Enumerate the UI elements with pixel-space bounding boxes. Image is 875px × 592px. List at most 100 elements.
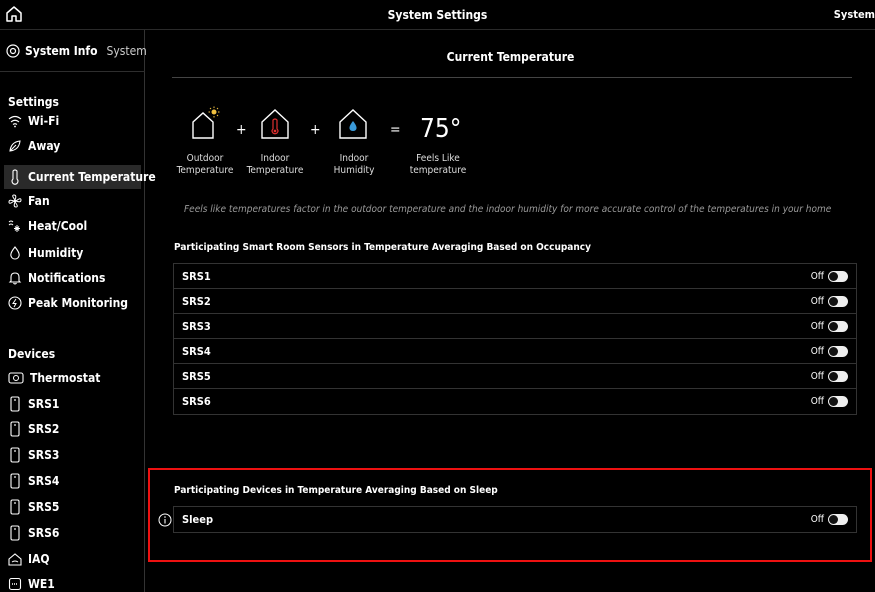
sidebar-item-system-info[interactable]: System Info System <box>6 42 147 60</box>
sidebar-item-label: Fan <box>28 194 50 208</box>
sidebar-item-label: SRS3 <box>28 448 60 462</box>
outdoor-temperature-caption: Outdoor Temperature <box>176 153 234 176</box>
sidebar: System Info System Settings Wi-Fi Away C… <box>0 30 156 592</box>
toggle-state-label: Off <box>810 295 824 307</box>
sidebar-item-label: IAQ <box>28 552 50 566</box>
toggle-state-label: Off <box>810 370 824 382</box>
sidebar-item-iaq[interactable]: IAQ <box>4 547 141 571</box>
system-info-sub: System <box>106 44 147 58</box>
bell-icon <box>8 272 22 285</box>
sensor-name: SRS5 <box>182 369 211 383</box>
sensor-name: SRS3 <box>182 319 211 333</box>
toggle-state-label: Off <box>810 396 824 407</box>
sidebar-item-current-temperature[interactable]: Current Temperature <box>4 165 156 189</box>
sidebar-item-srs6[interactable]: SRS6 <box>4 521 141 545</box>
sensor-name: SRS4 <box>182 344 211 358</box>
sidebar-item-label: Humidity <box>28 246 84 260</box>
devices-heading: Devices <box>8 347 56 361</box>
sidebar-item-away[interactable]: Away <box>4 134 141 158</box>
plus-operator: + <box>310 122 321 138</box>
toggle-state-label: Off <box>810 345 824 357</box>
sensor-icon <box>10 396 20 412</box>
sleep-toggle[interactable] <box>828 514 848 525</box>
sidebar-item-thermostat[interactable]: Thermostat <box>4 366 141 390</box>
toggle-state-label: Off <box>810 270 824 282</box>
drop-icon <box>10 246 20 260</box>
sidebar-item-srs1[interactable]: SRS1 <box>4 392 141 416</box>
occupancy-section-label: Participating Smart Room Sensors in Temp… <box>174 242 591 253</box>
sensor-icon <box>10 473 20 489</box>
srs5-toggle[interactable] <box>828 370 848 382</box>
sidebar-item-srs4[interactable]: SRS4 <box>4 469 141 493</box>
sensor-icon <box>10 525 20 541</box>
heat-cool-icon <box>8 220 20 232</box>
srs6-toggle[interactable] <box>828 396 848 407</box>
srs1-toggle[interactable] <box>828 270 848 282</box>
sidebar-item-label: Wi-Fi <box>28 114 60 128</box>
sidebar-item-label: SRS2 <box>28 422 60 436</box>
sensor-icon <box>10 421 20 437</box>
sleep-row: Sleep Off <box>174 507 856 532</box>
toggle-state-label: Off <box>810 514 824 525</box>
page-header-title: System Settings <box>387 8 488 22</box>
peak-icon <box>8 296 22 310</box>
sidebar-item-heat-cool[interactable]: Heat/Cool <box>4 214 141 238</box>
sidebar-item-peak-monitoring[interactable]: Peak Monitoring <box>4 291 141 315</box>
srs2-toggle[interactable] <box>828 295 848 307</box>
sidebar-item-srs2[interactable]: SRS2 <box>4 417 141 441</box>
header-system-label: System <box>833 8 875 21</box>
sidebar-item-label: WE1 <box>28 577 55 591</box>
iaq-icon <box>8 553 22 566</box>
sidebar-item-label: Thermostat <box>30 371 101 385</box>
feels-like-note: Feels like temperatures factor in the ou… <box>184 204 832 215</box>
away-icon <box>9 140 21 152</box>
sidebar-item-label: SRS5 <box>28 500 60 514</box>
sleep-device-list: Sleep Off <box>173 506 857 533</box>
sensor-row-srs4: SRS4 Off <box>174 339 856 364</box>
fan-icon <box>8 194 22 208</box>
sidebar-item-label: Peak Monitoring <box>28 296 129 310</box>
sidebar-item-fan[interactable]: Fan <box>4 189 141 213</box>
sleep-section-label: Participating Devices in Temperature Ave… <box>174 485 498 496</box>
sensor-row-srs3: SRS3 Off <box>174 314 856 339</box>
sensor-name: SRS1 <box>182 269 211 283</box>
outdoor-temperature-icon <box>190 106 220 140</box>
sleep-name: Sleep <box>182 513 214 526</box>
sensor-icon <box>10 499 20 515</box>
plus-operator: + <box>236 122 247 138</box>
section-title: Current Temperature <box>446 50 575 64</box>
sidebar-item-srs3[interactable]: SRS3 <box>4 443 141 467</box>
system-info-label: System Info <box>25 44 98 58</box>
srs3-toggle[interactable] <box>828 320 848 332</box>
sidebar-item-wifi[interactable]: Wi-Fi <box>4 109 141 133</box>
sidebar-divider <box>0 71 145 72</box>
feels-like-value: 75° <box>420 114 462 144</box>
indoor-temperature-caption: Indoor Temperature <box>246 153 304 176</box>
sidebar-item-label: Notifications <box>28 271 106 285</box>
sidebar-item-label: SRS1 <box>28 397 60 411</box>
sensor-name: SRS6 <box>182 395 211 408</box>
sidebar-item-notifications[interactable]: Notifications <box>4 266 141 290</box>
indoor-temperature-icon <box>260 106 290 140</box>
sensor-icon <box>10 447 20 463</box>
sidebar-item-label: Heat/Cool <box>28 219 88 233</box>
srs4-toggle[interactable] <box>828 345 848 357</box>
sensor-row-srs6: SRS6 Off <box>174 389 856 414</box>
wifi-icon <box>8 115 22 128</box>
top-bar: System Settings System <box>0 0 875 30</box>
sensor-name: SRS2 <box>182 294 211 308</box>
thermostat-icon <box>8 372 24 384</box>
toggle-state-label: Off <box>810 320 824 332</box>
sidebar-item-humidity[interactable]: Humidity <box>4 241 141 265</box>
sidebar-item-we1[interactable]: WE1 <box>4 572 141 592</box>
indoor-humidity-icon <box>338 106 368 140</box>
feels-like-caption: Feels Like temperature <box>409 153 467 176</box>
sensor-row-srs5: SRS5 Off <box>174 364 856 389</box>
sidebar-item-label: Away <box>28 139 61 153</box>
sidebar-item-srs5[interactable]: SRS5 <box>4 495 141 519</box>
sensor-row-srs1: SRS1 Off <box>174 264 856 289</box>
occupancy-sensor-list: SRS1 Off SRS2 Off SRS3 Off SRS4 Off SRS5… <box>173 263 857 415</box>
sidebar-item-label: SRS4 <box>28 474 60 488</box>
info-icon[interactable] <box>158 512 172 527</box>
main-panel: Current Temperature + + = 75° Outdoor Te… <box>146 30 875 592</box>
